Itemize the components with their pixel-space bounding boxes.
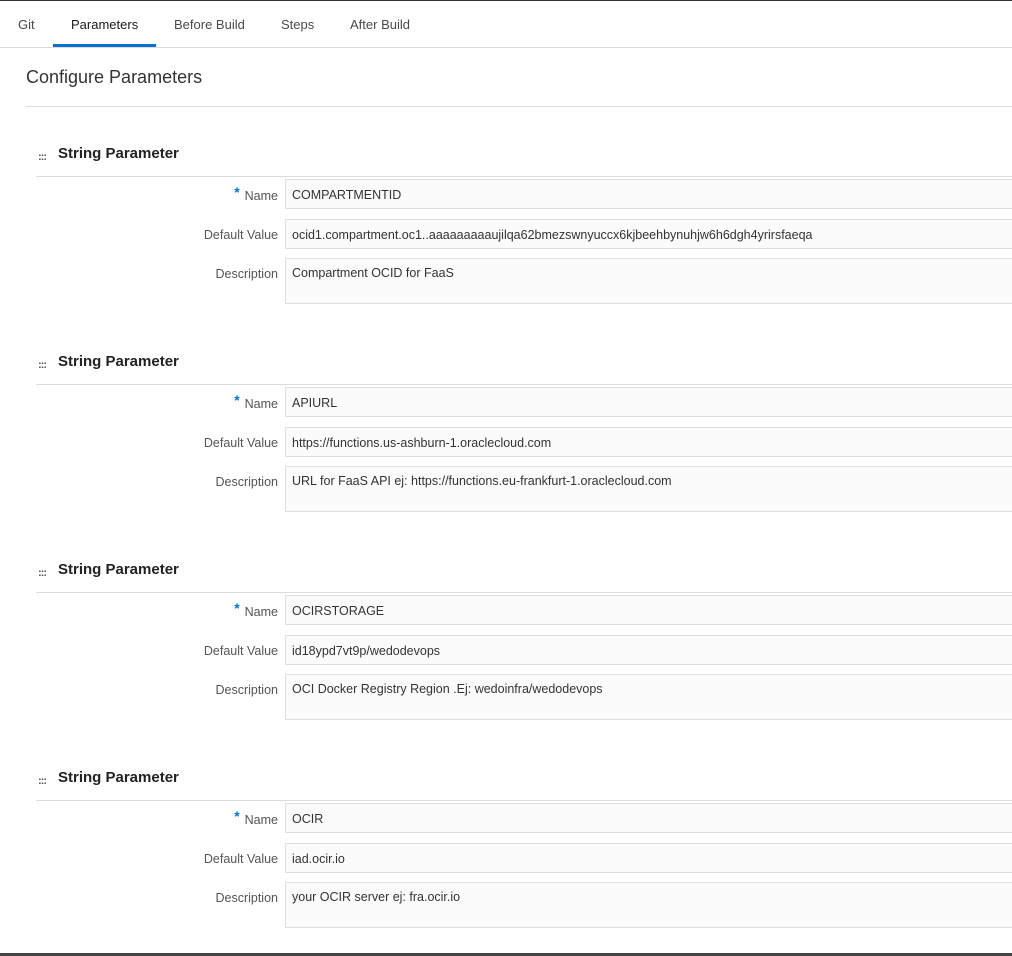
parameter-section: ::: String Parameter * Name OCIRSTORAGE D… (36, 561, 1012, 720)
tab-after-build[interactable]: After Build (350, 1, 410, 46)
title-divider (26, 106, 1012, 107)
default-value-field[interactable]: id18ypd7vt9p/wedodevops (285, 635, 1012, 665)
section-divider (36, 176, 1012, 177)
drag-handle-icon[interactable]: ::: (38, 567, 47, 579)
drag-handle-icon[interactable]: ::: (38, 775, 47, 787)
tab-bar: Git Parameters Before Build Steps After … (0, 1, 1012, 48)
page-title: Configure Parameters (26, 67, 203, 87)
tab-steps[interactable]: Steps (281, 1, 314, 46)
tab-before-build[interactable]: Before Build (174, 1, 245, 46)
name-label: * Name (234, 600, 278, 619)
section-title: String Parameter (58, 353, 179, 370)
default-value-label: Default Value (203, 852, 278, 866)
drag-handle-icon[interactable]: ::: (38, 151, 47, 163)
description-field[interactable]: OCI Docker Registry Region .Ej: wedoinfr… (285, 674, 1012, 720)
tab-git[interactable]: Git (18, 1, 35, 46)
section-divider (36, 384, 1012, 385)
section-title: String Parameter (58, 145, 179, 162)
section-divider (36, 800, 1012, 801)
name-field[interactable]: APIURL (285, 387, 1012, 417)
description-field[interactable]: Compartment OCID for FaaS (285, 258, 1012, 304)
drag-handle-icon[interactable]: ::: (38, 359, 47, 371)
description-field[interactable]: URL for FaaS API ej: https://functions.e… (285, 466, 1012, 512)
description-label: Description (215, 683, 278, 697)
name-field[interactable]: COMPARTMENTID (285, 179, 1012, 209)
description-label: Description (215, 267, 278, 281)
parameter-section: ::: String Parameter * Name APIURL Defaul… (36, 353, 1012, 512)
name-label: * Name (234, 808, 278, 827)
description-label: Description (215, 891, 278, 905)
required-marker: * (234, 392, 240, 408)
default-value-field[interactable]: ocid1.compartment.oc1..aaaaaaaaaujilqa62… (285, 219, 1012, 249)
parameter-section: ::: String Parameter * Name COMPARTMENTID… (36, 145, 1012, 304)
required-marker: * (234, 600, 240, 616)
description-label: Description (215, 475, 278, 489)
required-marker: * (234, 184, 240, 200)
description-field[interactable]: your OCIR server ej: fra.ocir.io (285, 882, 1012, 928)
section-title: String Parameter (58, 561, 179, 578)
parameter-section: ::: String Parameter * Name OCIR Default … (36, 769, 1012, 928)
name-field[interactable]: OCIRSTORAGE (285, 595, 1012, 625)
section-title: String Parameter (58, 769, 179, 786)
default-value-field[interactable]: https://functions.us-ashburn-1.oracleclo… (285, 427, 1012, 457)
default-value-field[interactable]: iad.ocir.io (285, 843, 1012, 873)
required-marker: * (234, 808, 240, 824)
name-label: * Name (234, 392, 278, 411)
default-value-label: Default Value (203, 228, 278, 242)
tab-parameters[interactable]: Parameters (53, 1, 157, 47)
default-value-label: Default Value (203, 644, 278, 658)
section-divider (36, 592, 1012, 593)
default-value-label: Default Value (203, 436, 278, 450)
name-field[interactable]: OCIR (285, 803, 1012, 833)
name-label: * Name (234, 184, 278, 203)
